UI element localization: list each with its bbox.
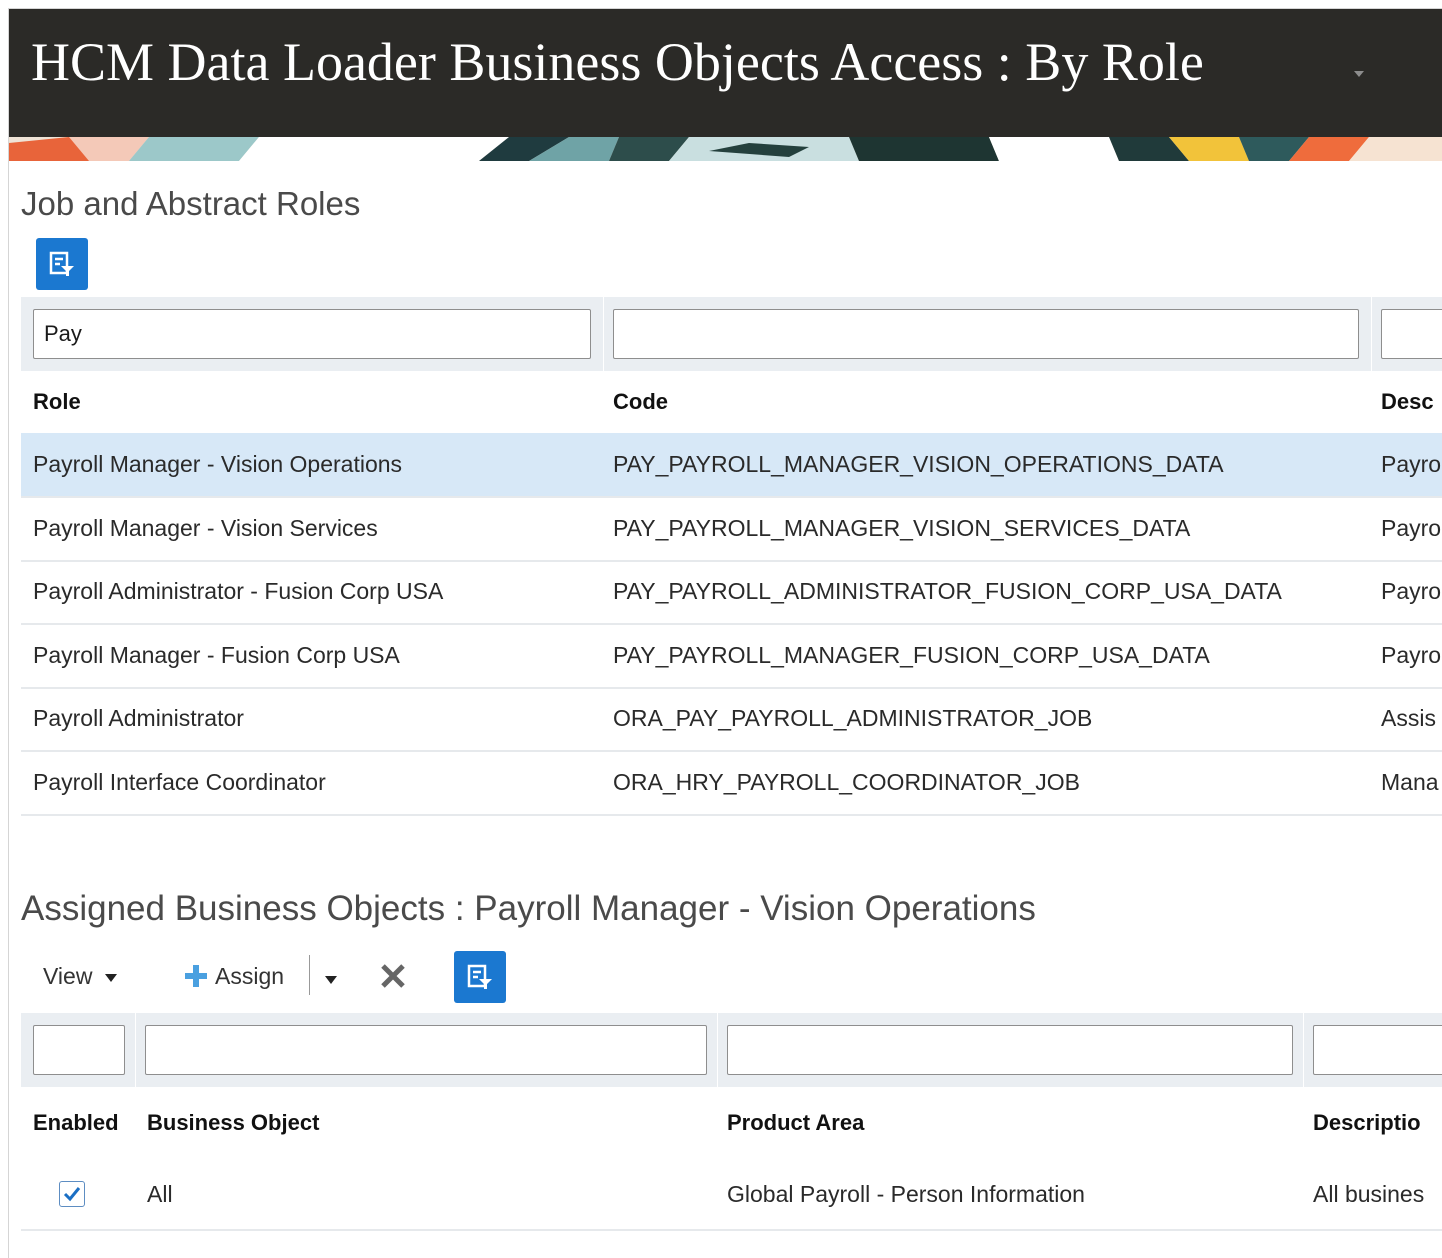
- assign-button[interactable]: Assign: [183, 963, 284, 990]
- assigned-section-title: Assigned Business Objects : Payroll Mana…: [21, 889, 1036, 928]
- cell-role: Payroll Administrator: [33, 705, 244, 731]
- business-object-filter-input[interactable]: [145, 1025, 707, 1075]
- roles-table: Role Code Desc Payroll Manager - Vision …: [21, 297, 1442, 827]
- column-header-role[interactable]: Role: [33, 389, 81, 415]
- assign-options-dropdown[interactable]: [325, 971, 337, 989]
- description-filter-input[interactable]: [1381, 309, 1442, 359]
- code-filter-input[interactable]: [613, 309, 1359, 359]
- cell-role: Payroll Manager - Vision Services: [33, 514, 378, 541]
- table-row[interactable]: Payroll Manager - Vision Operations PAY_P…: [21, 433, 1442, 498]
- table-row[interactable]: All Global Payroll - Person Information Al…: [21, 1159, 1442, 1231]
- toolbar-divider: [309, 955, 310, 995]
- roles-filter-button[interactable]: [36, 238, 88, 290]
- assigned-objects-table: Enabled Business Object Product Area Des…: [21, 1013, 1442, 1231]
- roles-section-title: Job and Abstract Roles: [21, 185, 361, 222]
- view-menu-label: View: [43, 963, 93, 989]
- cell-description: Payro: [1381, 641, 1442, 668]
- chevron-down-icon: [325, 975, 337, 984]
- cell-role: Payroll Manager - Fusion Corp USA: [33, 641, 400, 668]
- table-row[interactable]: Payroll Administrator ORA_PAY_PAYROLL_ADM…: [21, 687, 1442, 752]
- cell-description: All busines: [1313, 1181, 1425, 1207]
- column-header-description[interactable]: Descriptio: [1313, 1110, 1421, 1136]
- table-row[interactable]: Payroll Interface Coordinator ORA_HRY_PAY…: [21, 751, 1442, 816]
- cell-code: PAY_PAYROLL_ADMINISTRATOR_FUSION_CORP_US…: [613, 578, 1282, 604]
- cell-business-object: All: [147, 1181, 173, 1207]
- column-header-enabled[interactable]: Enabled: [33, 1110, 119, 1136]
- checkmark-icon: [63, 1187, 81, 1202]
- description-filter-input[interactable]: [1313, 1025, 1442, 1075]
- table-row[interactable]: Payroll Manager - Vision Services PAY_PAY…: [21, 497, 1442, 562]
- cell-code: PAY_PAYROLL_MANAGER_VISION_SERVICES_DATA: [613, 514, 1191, 541]
- page-title[interactable]: HCM Data Loader Business Objects Access …: [31, 31, 1204, 93]
- app-frame: HCM Data Loader Business Objects Access …: [8, 8, 1442, 1258]
- close-x-icon: [381, 964, 405, 988]
- product-area-filter-input[interactable]: [727, 1025, 1293, 1075]
- column-separator: [1303, 1013, 1304, 1087]
- column-separator: [135, 1013, 136, 1087]
- cell-product-area: Global Payroll - Person Information: [727, 1181, 1085, 1207]
- column-separator: [1371, 297, 1372, 371]
- column-header-code[interactable]: Code: [613, 389, 668, 415]
- table-row[interactable]: Payroll Administrator - Fusion Corp USA P…: [21, 560, 1442, 625]
- enabled-filter-input[interactable]: [33, 1025, 125, 1075]
- column-header-business-object[interactable]: Business Object: [147, 1110, 319, 1136]
- query-by-example-icon: [49, 251, 74, 276]
- plus-icon: [185, 965, 207, 987]
- cell-description: Payro: [1381, 514, 1442, 541]
- cell-description: Payro: [1381, 578, 1442, 604]
- column-header-product-area[interactable]: Product Area: [727, 1110, 864, 1136]
- cell-role: Payroll Interface Coordinator: [33, 768, 326, 795]
- column-separator: [717, 1013, 718, 1087]
- cell-description: Payro: [1381, 451, 1442, 477]
- table-row[interactable]: Payroll Manager - Fusion Corp USA PAY_PAY…: [21, 624, 1442, 689]
- cell-role: Payroll Manager - Vision Operations: [33, 451, 403, 477]
- cell-code: PAY_PAYROLL_MANAGER_VISION_OPERATIONS_DA…: [613, 451, 1224, 477]
- cell-description: Mana: [1381, 768, 1439, 795]
- cell-description: Assis: [1381, 705, 1436, 731]
- enabled-checkbox[interactable]: [59, 1181, 85, 1207]
- role-filter-input[interactable]: [33, 309, 591, 359]
- cell-code: PAY_PAYROLL_MANAGER_FUSION_CORP_USA_DATA: [613, 641, 1210, 668]
- chevron-down-icon: [104, 973, 117, 982]
- cell-role: Payroll Administrator - Fusion Corp USA: [33, 578, 444, 604]
- column-header-description[interactable]: Desc: [1381, 389, 1434, 415]
- banner-pattern-icon: [9, 137, 1442, 161]
- decorative-banner: [9, 137, 1442, 161]
- query-by-example-icon: [467, 964, 492, 989]
- cell-code: ORA_HRY_PAYROLL_COORDINATOR_JOB: [613, 768, 1080, 795]
- view-menu[interactable]: View: [43, 963, 117, 990]
- roles-filter-row: [21, 297, 1442, 371]
- title-menu-caret-icon[interactable]: [1354, 71, 1364, 77]
- assign-button-label: Assign: [215, 963, 285, 989]
- assigned-filter-button[interactable]: [454, 951, 506, 1003]
- column-separator: [603, 297, 604, 371]
- cell-code: ORA_PAY_PAYROLL_ADMINISTRATOR_JOB: [613, 705, 1093, 731]
- title-bar: HCM Data Loader Business Objects Access …: [9, 9, 1442, 137]
- delete-button[interactable]: [379, 962, 407, 995]
- assigned-filter-row: [21, 1013, 1442, 1087]
